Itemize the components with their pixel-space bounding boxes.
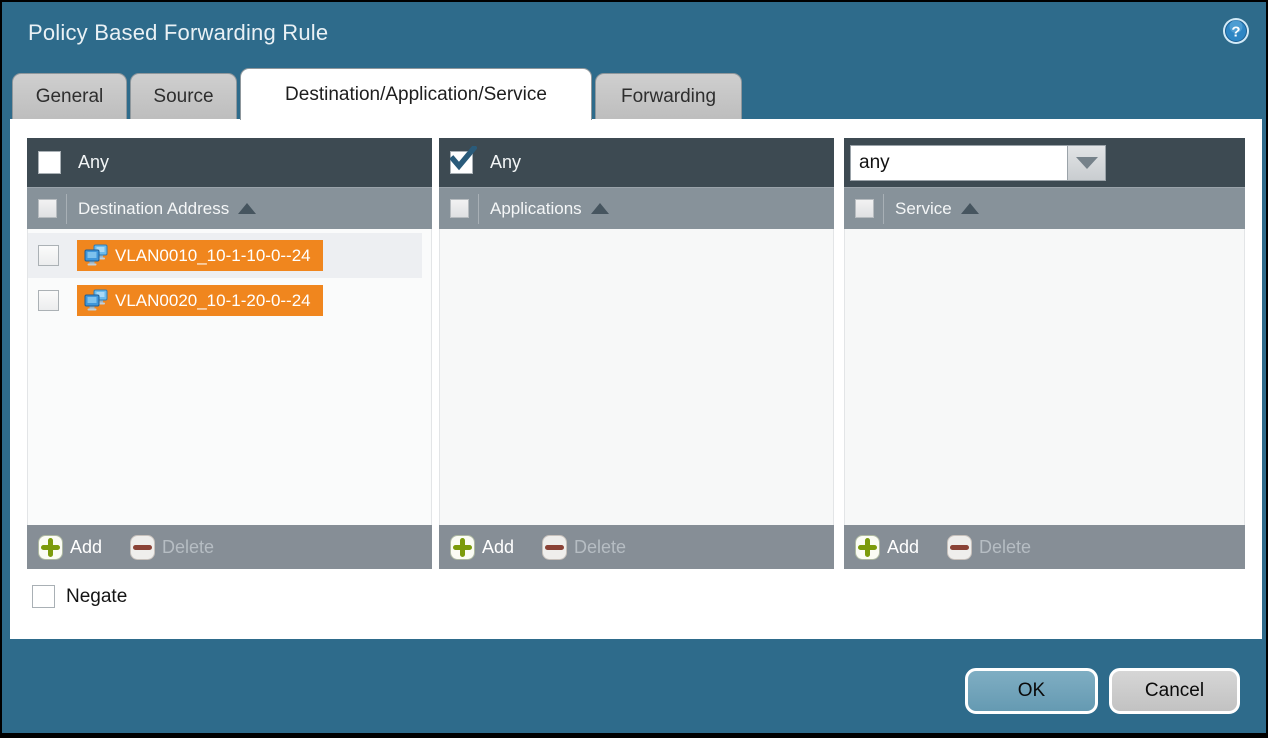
sort-ascending-icon [961,203,979,214]
destination-select-all-checkbox[interactable] [38,199,57,218]
row-checkbox[interactable] [38,245,59,266]
sort-ascending-icon [591,203,609,214]
add-plus-icon [38,535,63,560]
service-row-list [844,229,1245,525]
service-toolbar: Add Delete [844,525,1245,569]
cancel-button[interactable]: Cancel [1109,668,1240,714]
help-icon[interactable]: ? [1222,17,1250,45]
service-column-title: Service [895,199,952,219]
column-separator [883,194,884,224]
delete-minus-icon [130,535,155,560]
pbf-rule-dialog: Policy Based Forwarding Rule ? General S… [0,0,1268,738]
tab-source[interactable]: Source [130,73,237,120]
applications-any-bar: Any [439,138,834,187]
applications-delete-button[interactable]: Delete [542,535,626,560]
tab-destination-application-service[interactable]: Destination/Application/Service [240,68,592,120]
row-checkbox[interactable] [38,290,59,311]
destination-row-list: VLAN0010_10-1-10-0--24 VLAN0020_10-1-20-… [27,229,432,525]
destination-column-header[interactable]: Destination Address [27,187,432,229]
negate-label: Negate [66,586,127,608]
destination-any-label: Any [78,152,109,173]
delete-label: Delete [574,537,626,558]
applications-column-header[interactable]: Applications [439,187,834,229]
delete-label: Delete [979,537,1031,558]
negate-control[interactable]: Negate [32,585,127,608]
applications-column-title: Applications [490,199,582,219]
destination-add-button[interactable]: Add [38,535,102,560]
destination-address-panel: Any Destination Address VLAN0010_10-1-10… [27,138,432,569]
add-label: Add [887,537,919,558]
destination-row[interactable]: VLAN0010_10-1-10-0--24 [28,233,422,278]
service-select-all-checkbox[interactable] [855,199,874,218]
applications-add-button[interactable]: Add [450,535,514,560]
service-delete-button[interactable]: Delete [947,535,1031,560]
delete-label: Delete [162,537,214,558]
destination-column-title: Destination Address [78,199,229,219]
address-group-icon [84,244,108,267]
destination-delete-button[interactable]: Delete [130,535,214,560]
sort-ascending-icon [238,203,256,214]
applications-select-all-checkbox[interactable] [450,199,469,218]
address-chip[interactable]: VLAN0010_10-1-10-0--24 [77,240,323,271]
column-separator [66,194,67,224]
service-type-dropdown[interactable] [850,145,1106,181]
address-name: VLAN0020_10-1-20-0--24 [115,291,311,311]
tab-content: Any Destination Address VLAN0010_10-1-10… [10,119,1262,639]
chevron-down-icon [1076,157,1098,169]
destination-any-bar: Any [27,138,432,187]
applications-panel: Any Applications Add Delete [439,138,834,569]
delete-minus-icon [947,535,972,560]
add-label: Add [70,537,102,558]
destination-toolbar: Add Delete [27,525,432,569]
add-plus-icon [450,535,475,560]
address-chip[interactable]: VLAN0020_10-1-20-0--24 [77,285,323,316]
service-select-bar [844,138,1245,187]
service-add-button[interactable]: Add [855,535,919,560]
delete-minus-icon [542,535,567,560]
dropdown-button[interactable] [1068,145,1106,181]
column-separator [478,194,479,224]
tab-general[interactable]: General [12,73,127,120]
destination-row[interactable]: VLAN0020_10-1-20-0--24 [28,278,422,323]
applications-row-list [439,229,834,525]
applications-any-checkbox[interactable] [450,151,473,174]
address-name: VLAN0010_10-1-10-0--24 [115,246,311,266]
applications-any-label: Any [490,152,521,173]
dialog-title: Policy Based Forwarding Rule [28,20,328,46]
destination-any-checkbox[interactable] [38,151,61,174]
applications-toolbar: Add Delete [439,525,834,569]
dialog-titlebar: Policy Based Forwarding Rule ? [2,2,1266,66]
ok-button[interactable]: OK [965,668,1098,714]
address-group-icon [84,289,108,312]
add-plus-icon [855,535,880,560]
service-column-header[interactable]: Service [844,187,1245,229]
service-panel: Service Add Delete [844,138,1245,569]
negate-checkbox[interactable] [32,585,55,608]
svg-text:?: ? [1231,24,1240,41]
add-label: Add [482,537,514,558]
tab-forwarding[interactable]: Forwarding [595,73,742,120]
service-type-input[interactable] [850,145,1068,181]
